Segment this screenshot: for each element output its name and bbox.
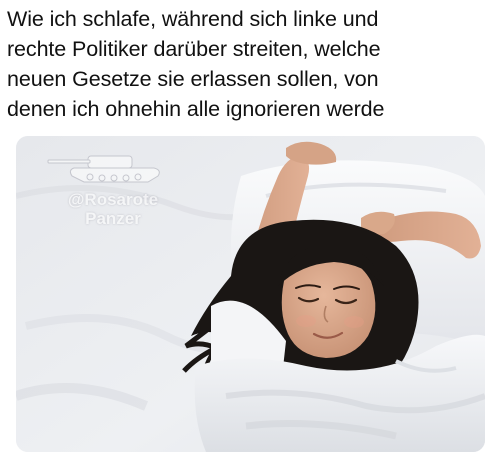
caption-line-1: Wie ich schlafe, während sich linke und [7, 7, 379, 31]
tank-icon [47, 155, 160, 183]
meme-photo: @Rosarote Panzer [16, 136, 485, 452]
caption-line-3: neuen Gesetze sie erlassen sollen, von [7, 67, 379, 91]
caption-line-2: rechte Politiker darüber streiten, welch… [7, 37, 381, 61]
meme-caption: Wie ich schlafe, während sich linke und … [7, 4, 497, 124]
watermark-handle-line2: Panzer [85, 209, 141, 228]
watermark: @Rosarote Panzer [38, 146, 188, 236]
watermark-handle: @Rosarote [67, 190, 159, 209]
caption-line-4: denen ich ohnehin alle ignorieren werde [7, 97, 385, 121]
